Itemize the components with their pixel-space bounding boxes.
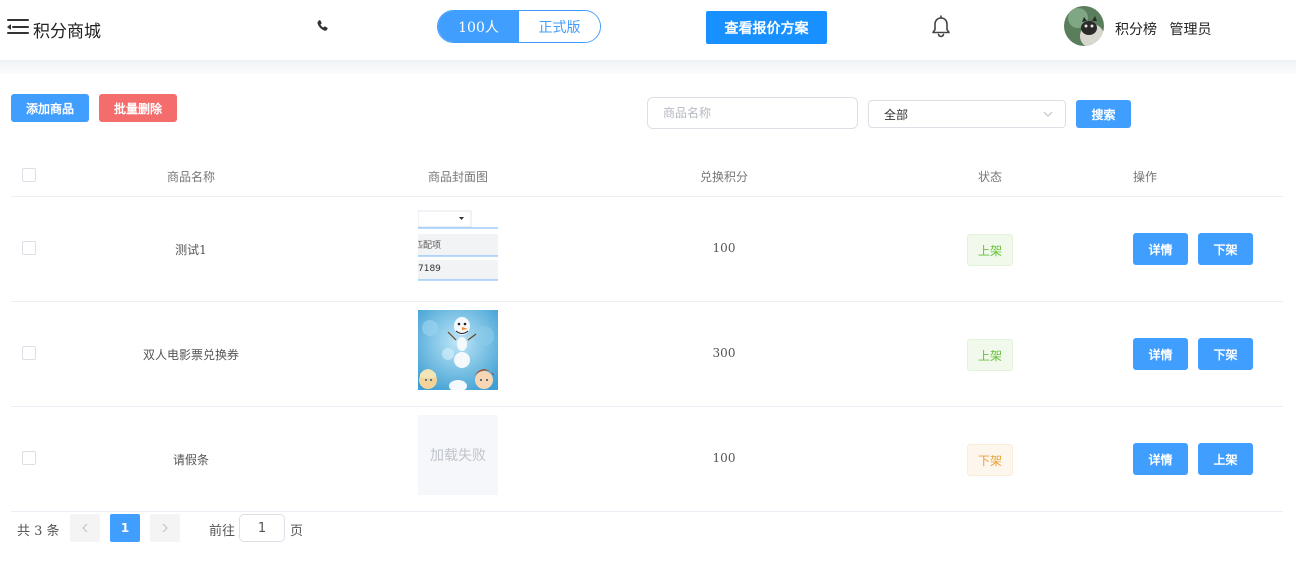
toggle-shelf-button[interactable]: 上架	[1198, 443, 1253, 475]
segment-official-version[interactable]: 正式版	[519, 11, 600, 42]
cover-text-number: 7189	[418, 264, 441, 274]
column-header-status: 状态	[977, 170, 1002, 184]
user-nav: 积分榜 管理员	[1115, 19, 1219, 39]
add-product-button[interactable]: 添加商品	[11, 94, 89, 122]
menu-icon[interactable]	[7, 19, 29, 35]
chevron-right-icon	[162, 523, 168, 533]
goto-label: 前往	[209, 524, 236, 539]
product-name: 双人电影票兑换券	[142, 348, 239, 362]
exchange-points: 100	[712, 241, 736, 255]
toggle-shelf-button[interactable]: 下架	[1198, 338, 1253, 370]
table-row: 双人电影票兑换券 300 上架 详情 下架	[11, 302, 1283, 407]
product-cover-image: 匹配项 7189	[418, 209, 498, 289]
product-name: 测试1	[175, 243, 207, 257]
select-all-checkbox[interactable]	[22, 168, 36, 182]
cover-text-match: 匹配项	[418, 241, 442, 251]
status-badge: 上架	[967, 339, 1013, 371]
bell-icon[interactable]	[930, 15, 952, 39]
exchange-points: 300	[712, 346, 736, 360]
detail-button[interactable]: 详情	[1133, 443, 1188, 475]
leaderboard-link[interactable]: 积分榜	[1115, 22, 1157, 38]
status-badge: 上架	[967, 234, 1013, 266]
detail-button[interactable]: 详情	[1133, 233, 1188, 265]
column-header-actions: 操作	[1132, 170, 1157, 184]
status-select-value: 全部	[884, 107, 909, 122]
table-row: 测试1 匹配项 7189 100 上架 详情 下架	[11, 197, 1283, 302]
table-header: 商品名称 商品封面图 兑换积分 状态 操作	[11, 155, 1283, 197]
row-checkbox[interactable]	[22, 451, 36, 465]
page-number-button[interactable]: 1	[110, 514, 140, 542]
product-name: 请假条	[172, 453, 209, 467]
chevron-left-icon	[82, 523, 88, 533]
status-badge: 下架	[967, 444, 1013, 476]
view-pricing-button[interactable]: 查看报价方案	[706, 11, 827, 44]
header-divider	[0, 60, 1296, 74]
phone-icon[interactable]	[316, 19, 330, 33]
avatar[interactable]	[1064, 6, 1104, 46]
product-cover-image	[418, 310, 498, 390]
row-checkbox[interactable]	[22, 346, 36, 360]
product-cover-image-failed: 加载失败	[418, 415, 498, 495]
table-row: 请假条 加载失败 100 下架 详情 上架	[11, 407, 1283, 512]
goto-page-input[interactable]	[239, 514, 285, 542]
toggle-shelf-button[interactable]: 下架	[1198, 233, 1253, 265]
top-header: 积分商城 100人 正式版 查看报价方案 积分榜 管理员	[0, 0, 1296, 56]
app-title: 积分商城	[33, 22, 101, 42]
chevron-down-icon	[1043, 111, 1053, 117]
status-select[interactable]: 全部	[868, 100, 1066, 128]
detail-button[interactable]: 详情	[1133, 338, 1188, 370]
next-page-button[interactable]	[150, 514, 180, 542]
pagination-total: 共 3 条	[17, 524, 60, 539]
column-header-cover: 商品封面图	[427, 170, 488, 184]
row-checkbox[interactable]	[22, 241, 36, 255]
exchange-points: 100	[712, 451, 736, 465]
batch-delete-button[interactable]: 批量删除	[99, 94, 177, 122]
column-header-name: 商品名称	[166, 170, 215, 184]
prev-page-button[interactable]	[70, 514, 100, 542]
column-header-points: 兑换积分	[699, 170, 748, 184]
admin-link[interactable]: 管理员	[1169, 22, 1211, 38]
goto-suffix: 页	[290, 524, 304, 539]
product-name-search-input[interactable]	[647, 97, 858, 129]
product-table: 商品名称 商品封面图 兑换积分 状态 操作 测试1 匹配项 7189 100 上…	[11, 155, 1283, 512]
search-button[interactable]: 搜索	[1076, 100, 1131, 128]
plan-segment: 100人 正式版	[437, 10, 601, 43]
segment-100-users[interactable]: 100人	[438, 11, 519, 42]
